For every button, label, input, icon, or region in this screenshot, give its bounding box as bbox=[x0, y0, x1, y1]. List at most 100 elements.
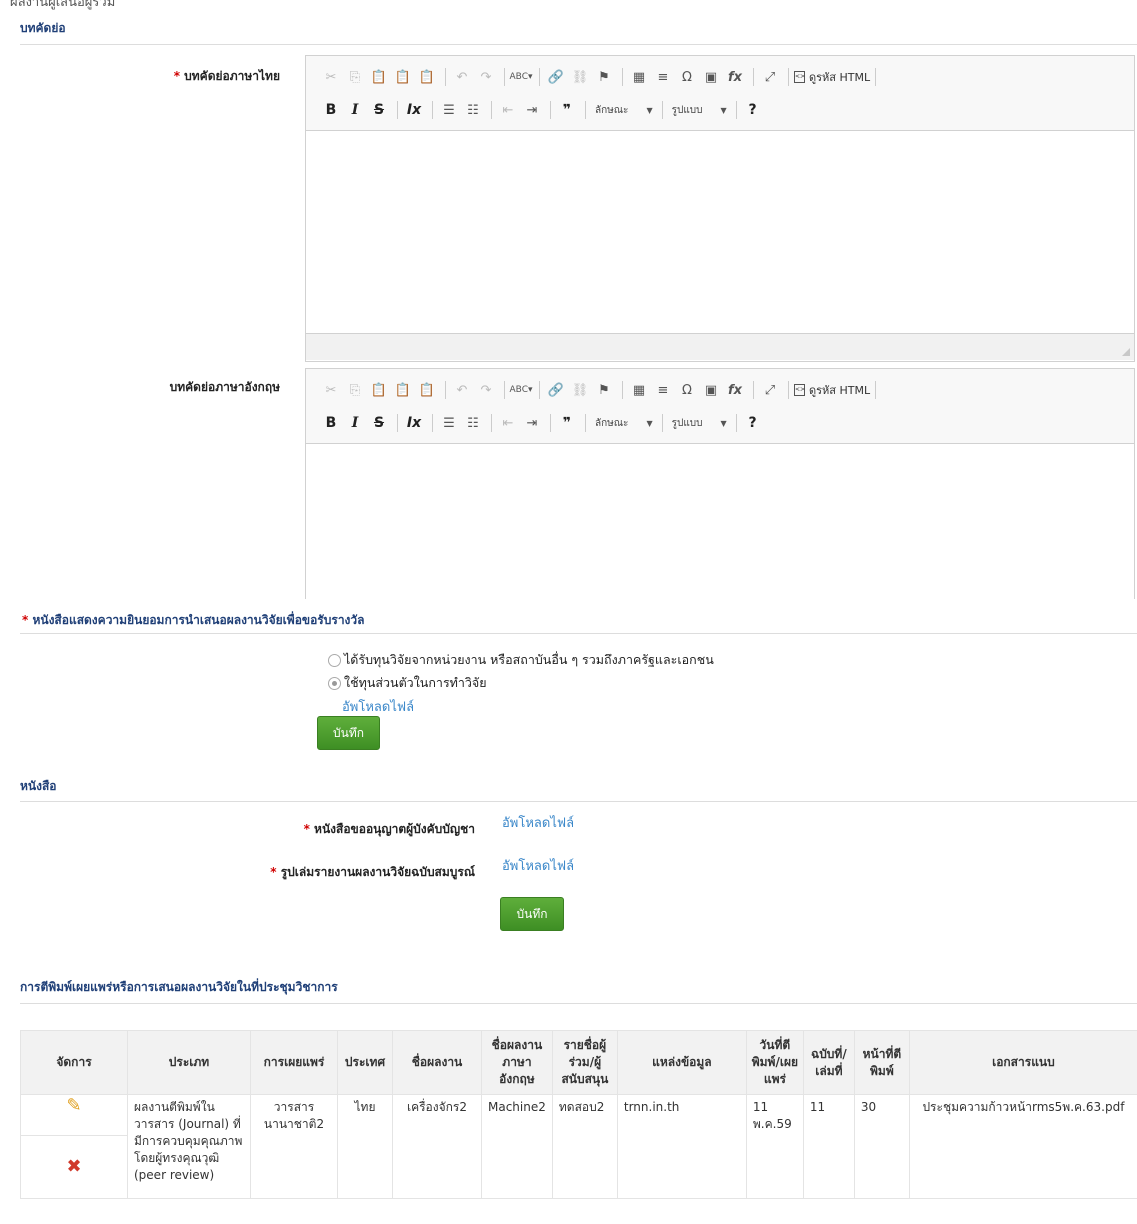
outdent-icon[interactable]: ⇤ bbox=[497, 412, 519, 434]
numbered-list-icon[interactable]: ☰ bbox=[438, 99, 460, 121]
letters-save-button[interactable]: บันทึก bbox=[500, 897, 564, 931]
paste-icon[interactable]: 📋 bbox=[368, 66, 390, 88]
radio-grant[interactable] bbox=[328, 653, 341, 667]
editor-toolbar: ✂ ⎘ 📋 📋 📋 ↶ ↷ ABC▾ 🔗 ⛓ ⚑ ▦ ≡ Ω ▣ fx ⤢ <>… bbox=[306, 369, 1134, 444]
source-button[interactable]: <> ดูรหัส HTML bbox=[794, 381, 870, 399]
col-coauthors: รายชื่อผู้ร่วม/ผู้สนับสนุน bbox=[551, 1030, 618, 1095]
unlink-icon[interactable]: ⛓ bbox=[569, 66, 591, 88]
anchor-icon[interactable]: ⚑ bbox=[593, 66, 615, 88]
format-select[interactable]: รูปแบบ ▼ bbox=[672, 103, 727, 118]
indent-icon[interactable]: ⇥ bbox=[521, 412, 543, 434]
publication-section-title: การตีพิมพ์เผยแพร่หรือการเสนอผลงานวิจัยใน… bbox=[20, 980, 338, 994]
report-upload-link[interactable]: อัพโหลดไฟล์ bbox=[502, 855, 574, 876]
paste-text-icon[interactable]: 📋 bbox=[392, 66, 414, 88]
maximize-icon[interactable]: ⤢ bbox=[759, 66, 781, 88]
table-icon[interactable]: ▦ bbox=[628, 66, 650, 88]
indent-icon[interactable]: ⇥ bbox=[521, 99, 543, 121]
styles-select[interactable]: ลักษณะ ▼ bbox=[595, 416, 653, 431]
maximize-icon[interactable]: ⤢ bbox=[759, 379, 781, 401]
thai-abstract-label: * บทคัดย่อภาษาไทย bbox=[173, 69, 280, 83]
formula-icon[interactable]: fx bbox=[724, 66, 746, 88]
remove-format-icon[interactable]: Ix bbox=[403, 99, 425, 121]
pages-cell: 30 bbox=[853, 1094, 910, 1199]
blockquote-icon[interactable]: ❞ bbox=[556, 99, 578, 121]
numbered-list-icon[interactable]: ☰ bbox=[438, 412, 460, 434]
edit-pencil-icon[interactable]: ✎ bbox=[21, 1097, 127, 1115]
spellcheck-icon[interactable]: ABC▾ bbox=[510, 379, 533, 401]
format-select[interactable]: รูปแบบ ▼ bbox=[672, 416, 727, 431]
image-icon[interactable]: ▣ bbox=[700, 379, 722, 401]
paste-text-icon[interactable]: 📋 bbox=[392, 379, 414, 401]
paste-word-icon[interactable]: 📋 bbox=[416, 379, 438, 401]
english-abstract-label: บทคัดย่อภาษาอังกฤษ bbox=[169, 380, 280, 394]
consent-option-grant[interactable]: ได้รับทุนวิจัยจากหน่วยงาน หรือสถาบันอื่น… bbox=[328, 650, 714, 670]
cut-icon[interactable]: ✂ bbox=[320, 379, 342, 401]
anchor-icon[interactable]: ⚑ bbox=[593, 379, 615, 401]
italic-button[interactable]: I bbox=[344, 99, 366, 121]
resize-handle[interactable] bbox=[1122, 348, 1130, 356]
remove-format-icon[interactable]: Ix bbox=[403, 412, 425, 434]
col-dissemination: การเผยแพร่ bbox=[250, 1030, 338, 1095]
source-cell: trnn.in.th bbox=[616, 1094, 747, 1199]
redo-icon[interactable]: ↷ bbox=[475, 66, 497, 88]
help-icon[interactable]: ? bbox=[742, 99, 764, 121]
col-pages: หน้าที่ตีพิมพ์ bbox=[853, 1030, 910, 1095]
link-icon[interactable]: 🔗 bbox=[545, 66, 567, 88]
consent-option-personal[interactable]: ใช้ทุนส่วนตัวในการทำวิจัย bbox=[328, 673, 487, 693]
outdent-icon[interactable]: ⇤ bbox=[497, 99, 519, 121]
english-abstract-content[interactable] bbox=[306, 444, 1134, 594]
report-label: * รูปเล่มรายงานผลงานวิจัยฉบับสมบูรณ์ bbox=[270, 865, 475, 879]
bulleted-list-icon[interactable]: ☷ bbox=[462, 99, 484, 121]
unlink-icon[interactable]: ⛓ bbox=[569, 379, 591, 401]
editor-statusbar bbox=[306, 333, 1134, 360]
styles-select[interactable]: ลักษณะ ▼ bbox=[595, 103, 653, 118]
italic-button[interactable]: I bbox=[344, 412, 366, 434]
strike-button[interactable]: S bbox=[368, 412, 390, 434]
manage-cell: ✎ ✖ bbox=[20, 1094, 128, 1199]
bulleted-list-icon[interactable]: ☷ bbox=[462, 412, 484, 434]
abstract-section-title: บทคัดย่อ bbox=[20, 21, 66, 35]
undo-icon[interactable]: ↶ bbox=[451, 66, 473, 88]
cut-icon[interactable]: ✂ bbox=[320, 66, 342, 88]
source-button[interactable]: <> ดูรหัส HTML bbox=[794, 68, 870, 86]
thai-abstract-content[interactable] bbox=[306, 131, 1134, 333]
strike-button[interactable]: S bbox=[368, 99, 390, 121]
consent-upload-link[interactable]: อัพโหลดไฟล์ bbox=[342, 696, 414, 717]
divider bbox=[20, 1003, 1137, 1004]
link-icon[interactable]: 🔗 bbox=[545, 379, 567, 401]
blockquote-icon[interactable]: ❞ bbox=[556, 412, 578, 434]
horizontal-rule-icon[interactable]: ≡ bbox=[652, 66, 674, 88]
editor-toolbar: ✂ ⎘ 📋 📋 📋 ↶ ↷ ABC▾ 🔗 ⛓ ⚑ ▦ ≡ Ω ▣ fx ⤢ <>… bbox=[306, 56, 1134, 131]
dissemination-cell: วารสารนานาชาติ2 bbox=[250, 1094, 338, 1199]
divider bbox=[20, 633, 1137, 634]
help-icon[interactable]: ? bbox=[742, 412, 764, 434]
copy-icon[interactable]: ⎘ bbox=[344, 66, 366, 88]
table-icon[interactable]: ▦ bbox=[628, 379, 650, 401]
radio-personal[interactable] bbox=[328, 676, 341, 690]
divider bbox=[20, 44, 1137, 45]
special-char-icon[interactable]: Ω bbox=[676, 66, 698, 88]
attachment-link[interactable]: ประชุมความก้าวหน้าrms5พ.ค.63.pdf bbox=[908, 1094, 1137, 1199]
paste-icon[interactable]: 📋 bbox=[368, 379, 390, 401]
col-date: วันที่ตีพิมพ์/เผยแพร่ bbox=[745, 1030, 804, 1095]
paste-word-icon[interactable]: 📋 bbox=[416, 66, 438, 88]
date-cell: 11 พ.ค.59 bbox=[745, 1094, 804, 1199]
image-icon[interactable]: ▣ bbox=[700, 66, 722, 88]
english-abstract-editor[interactable]: ✂ ⎘ 📋 📋 📋 ↶ ↷ ABC▾ 🔗 ⛓ ⚑ ▦ ≡ Ω ▣ fx ⤢ <>… bbox=[305, 368, 1135, 599]
consent-section-title: * หนังสือแสดงความยินยอมการนำเสนอผลงานวิจ… bbox=[22, 613, 365, 627]
special-char-icon[interactable]: Ω bbox=[676, 379, 698, 401]
divider bbox=[20, 801, 1137, 802]
bold-button[interactable]: B bbox=[320, 412, 342, 434]
horizontal-rule-icon[interactable]: ≡ bbox=[652, 379, 674, 401]
copy-icon[interactable]: ⎘ bbox=[344, 379, 366, 401]
permission-upload-link[interactable]: อัพโหลดไฟล์ bbox=[502, 812, 574, 833]
letters-section-title: หนังสือ bbox=[20, 779, 57, 793]
redo-icon[interactable]: ↷ bbox=[475, 379, 497, 401]
formula-icon[interactable]: fx bbox=[724, 379, 746, 401]
consent-save-button[interactable]: บันทึก bbox=[317, 716, 380, 750]
undo-icon[interactable]: ↶ bbox=[451, 379, 473, 401]
spellcheck-icon[interactable]: ABC▾ bbox=[510, 66, 533, 88]
thai-abstract-editor[interactable]: ✂ ⎘ 📋 📋 📋 ↶ ↷ ABC▾ 🔗 ⛓ ⚑ ▦ ≡ Ω ▣ fx ⤢ <>… bbox=[305, 55, 1135, 362]
delete-cross-icon[interactable]: ✖ bbox=[21, 1158, 127, 1176]
bold-button[interactable]: B bbox=[320, 99, 342, 121]
